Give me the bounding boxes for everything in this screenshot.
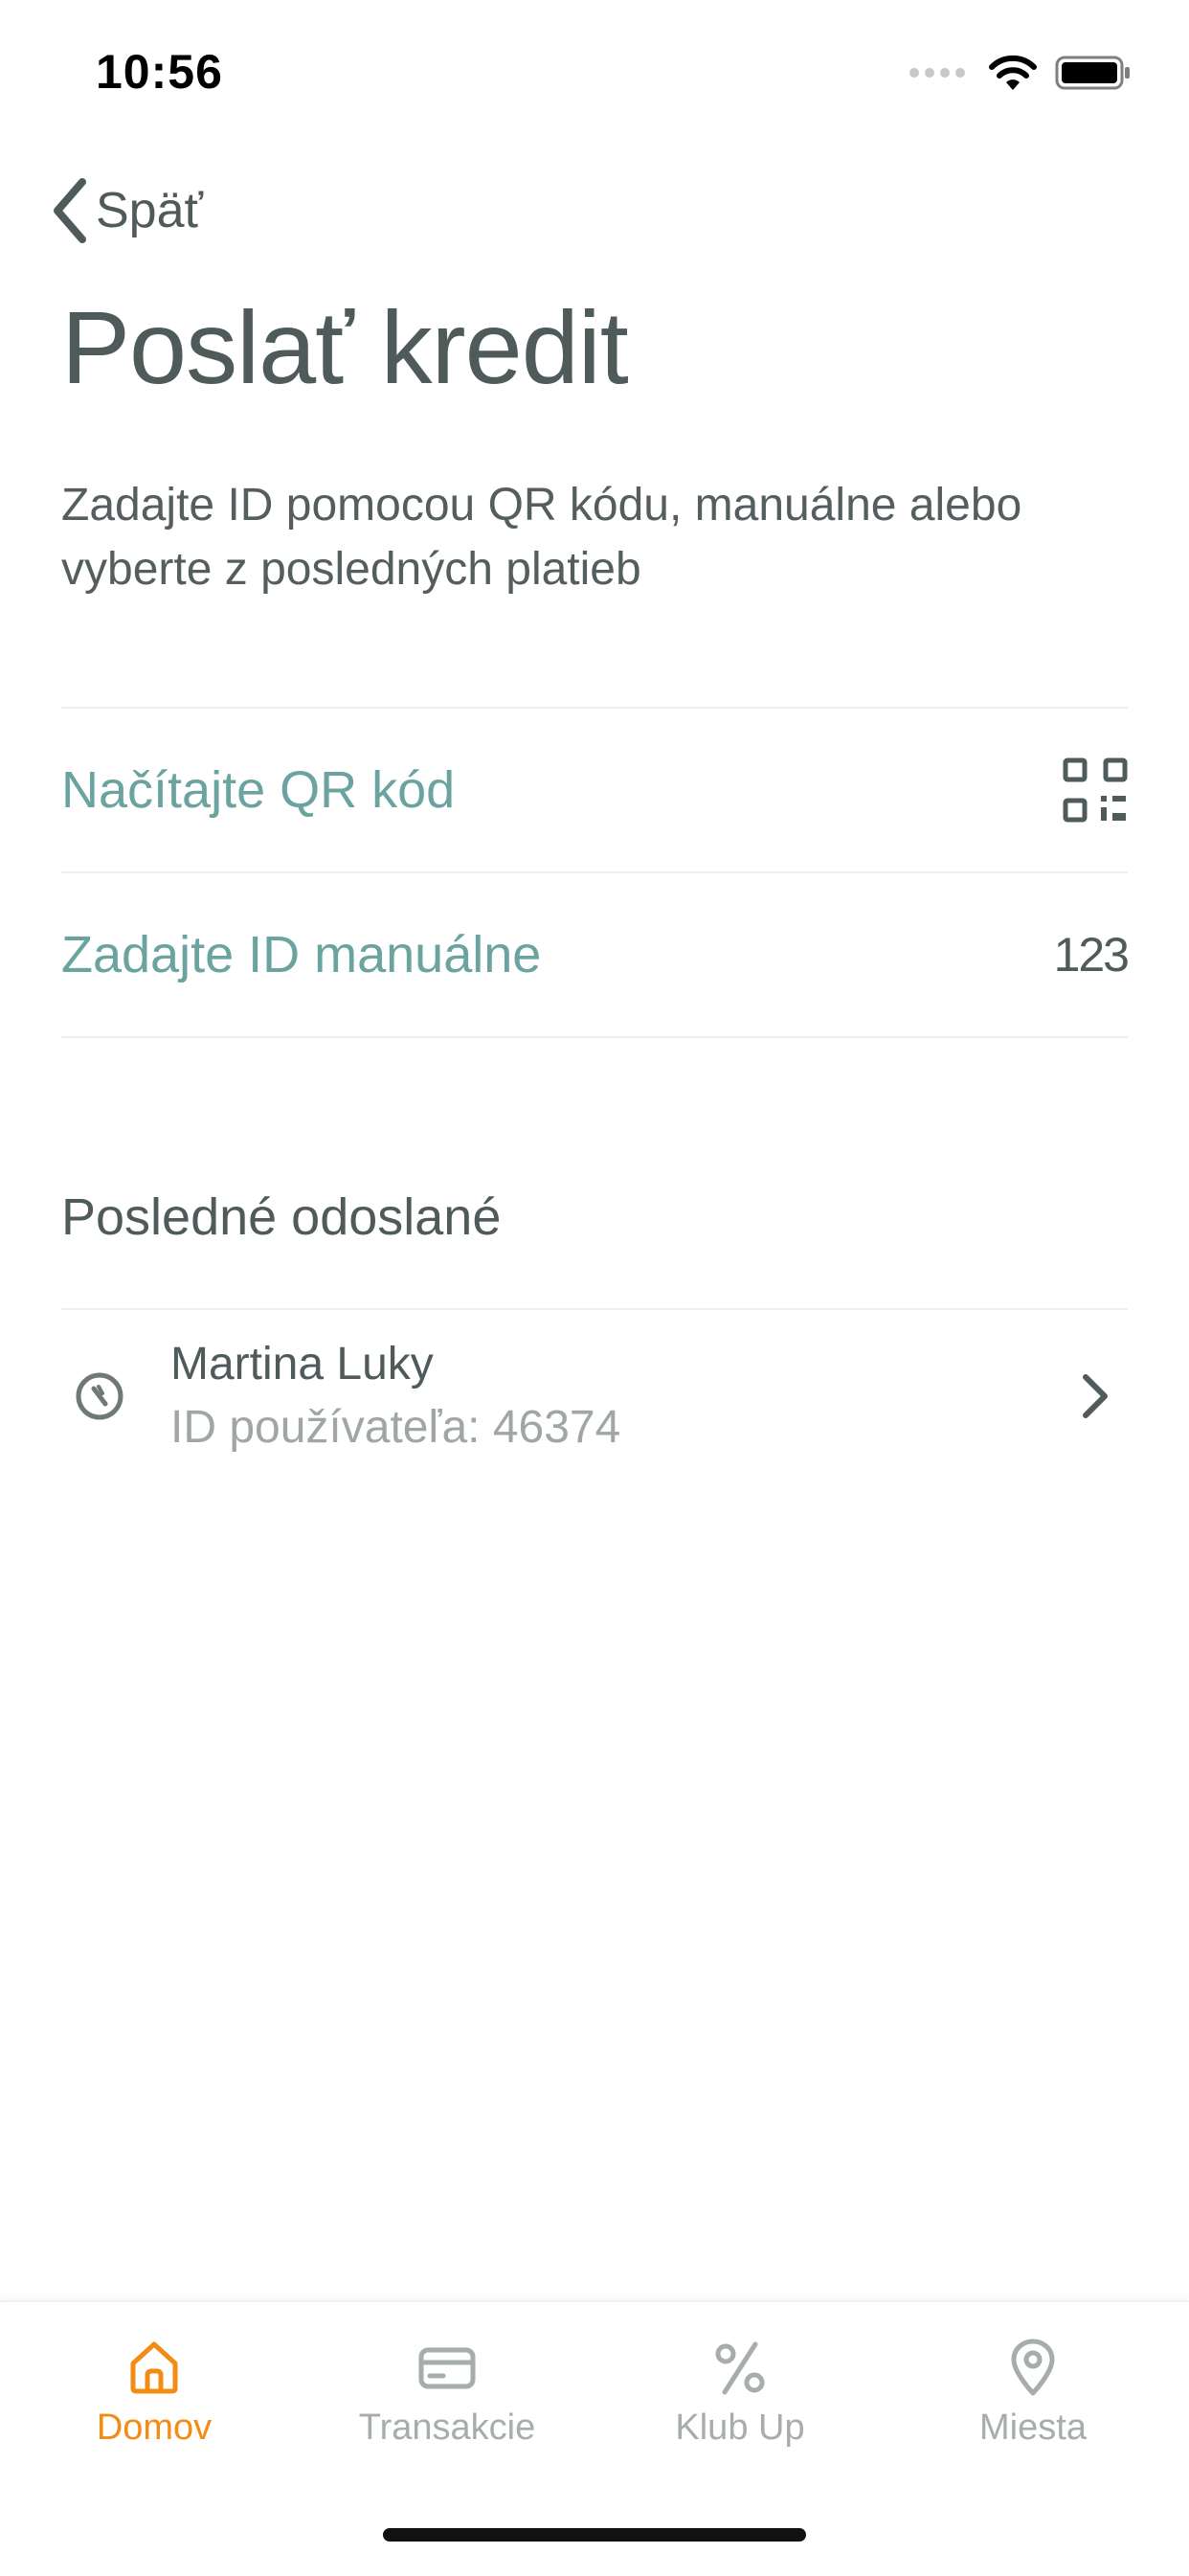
status-bar: 10:56: [0, 0, 1189, 144]
scan-qr-option[interactable]: Načítajte QR kód: [61, 709, 1128, 871]
tab-home[interactable]: Domov: [11, 2337, 298, 2449]
percent-icon: [715, 2341, 765, 2395]
wifi-icon: [989, 55, 1037, 90]
instructions-text: Zadajte ID pomocou QR kódu, manuálne ale…: [61, 480, 1022, 595]
signal-dots-icon: [909, 68, 965, 78]
status-time: 10:56: [96, 45, 223, 99]
manual-id-option[interactable]: Zadajte ID manuálne 123: [61, 873, 1130, 1036]
chevron-left-icon: [54, 178, 86, 243]
status-icons: [909, 54, 1132, 92]
tab-home-label: Domov: [96, 2407, 213, 2448]
back-button[interactable]: Späť: [48, 172, 203, 249]
manual-id-label: Zadajte ID manuálne: [61, 926, 542, 983]
tab-places[interactable]: Miesta: [889, 2337, 1177, 2449]
chevron-right-icon: [1083, 1374, 1108, 1418]
recent-history-icon: [76, 1372, 123, 1420]
recent-section-title: Posledné odoslané: [61, 1188, 502, 1246]
tab-klub-up-label: Klub Up: [675, 2407, 805, 2448]
card-icon: [418, 2347, 476, 2389]
page-title: Poslať kredit: [61, 289, 629, 405]
qr-code-icon: [1063, 757, 1128, 823]
tab-transactions[interactable]: Transakcie: [303, 2337, 591, 2449]
tab-klub-up[interactable]: Klub Up: [596, 2337, 884, 2449]
tab-transactions-label: Transakcie: [358, 2407, 536, 2448]
recent-recipient-row[interactable]: Martina Luky ID používateľa: 46374: [61, 1310, 1128, 1482]
divider: [61, 1036, 1128, 1038]
recipient-user-id: ID používateľa: 46374: [170, 1402, 621, 1453]
home-icon: [130, 2341, 178, 2394]
scan-qr-label: Načítajte QR kód: [61, 761, 456, 819]
tab-places-label: Miesta: [979, 2407, 1087, 2448]
manual-id-hint: 123: [1053, 928, 1130, 982]
recipient-name: Martina Luky: [170, 1339, 434, 1390]
battery-icon: [1055, 56, 1130, 90]
recent-recipient-info: Martina Luky ID používateľa: 46374: [170, 1333, 1076, 1459]
back-label: Späť: [96, 183, 204, 238]
home-indicator: [383, 2528, 806, 2542]
location-pin-icon: [1011, 2339, 1055, 2396]
